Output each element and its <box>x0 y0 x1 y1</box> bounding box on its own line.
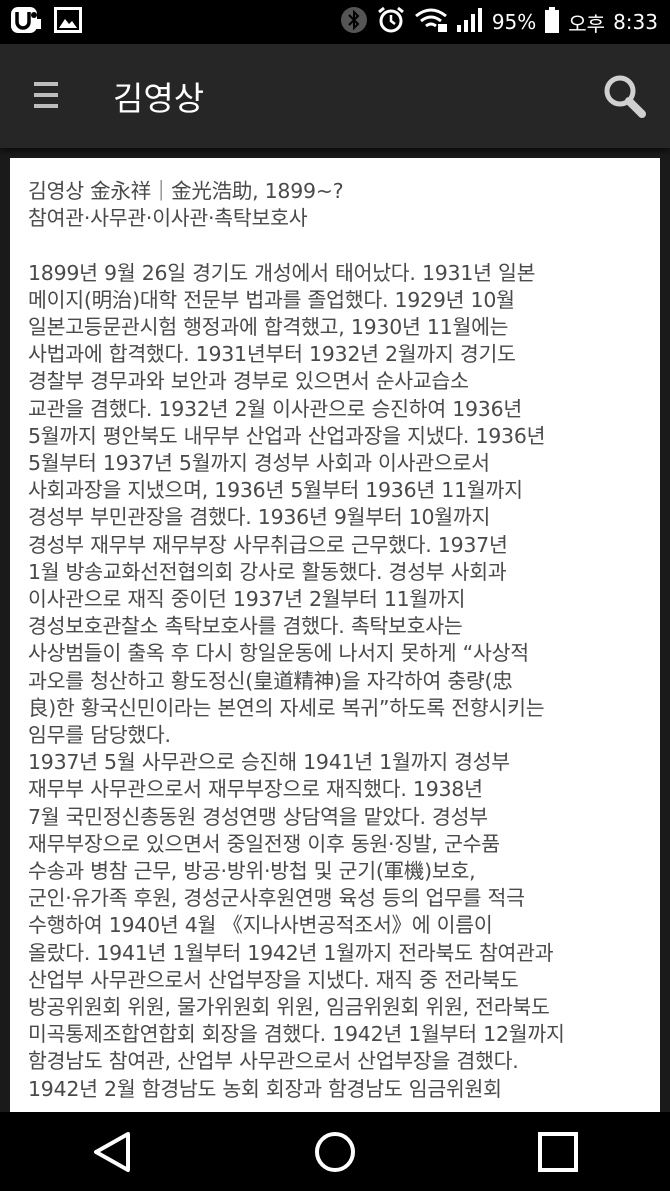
navigation-bar <box>0 1112 670 1191</box>
article-line: 함경남도 참여관, 산업부 사무관으로서 산업부장을 겸했다. <box>28 1049 519 1074</box>
battery-percent: 95% <box>491 10 537 34</box>
signal-icon <box>456 7 484 38</box>
article-line: 이사관으로 재직 중이던 1937년 2월부터 11월까지 <box>28 587 466 612</box>
article-line: 良)한 황국신민이라는 본연의 자세로 복귀”하도록 전향시키는 <box>28 695 545 720</box>
article-line: 1월 방송교화선전협의회 강사로 활동했다. 경성부 사회과 <box>28 559 507 584</box>
home-icon[interactable] <box>305 1122 365 1182</box>
article-line: 메이지(明治)대학 전문부 법과를 졸업했다. 1929년 10월 <box>28 287 515 312</box>
article-line: 1899년 9월 26일 경기도 개성에서 태어났다. 1931년 일본 <box>28 260 536 285</box>
article-line: 사법과에 합격했다. 1931년부터 1932년 2월까지 경기도 <box>28 342 516 367</box>
battery-icon <box>544 6 560 39</box>
article-line: 1937년 5월 사무관으로 승진해 1941년 1월까지 경성부 <box>28 750 510 775</box>
article-line: 산업부 사무관으로서 산업부장을 지냈다. 재직 중 전라북도 <box>28 967 519 992</box>
article-line: 임무를 담당했다. <box>28 723 171 748</box>
app-notification-icon <box>10 6 42 38</box>
recents-icon[interactable] <box>528 1122 588 1182</box>
article-line: 미곡통제조합연합회 회장을 겸했다. 1942년 1월부터 12월까지 <box>28 1022 565 1047</box>
article-line: 일본고등문관시험 행정과에 합격했고, 1930년 11월에는 <box>28 315 509 339</box>
article-line: 사회과장을 지냈으며, 1936년 5월부터 1936년 11월까지 <box>28 478 523 503</box>
article-line: 재무부 사무관으로서 재무부장으로 재직했다. 1938년 <box>28 777 483 802</box>
hamburger-menu-icon[interactable] <box>34 82 58 110</box>
search-icon[interactable] <box>600 72 648 120</box>
article-line: 올랐다. 1941년 1월부터 1942년 1월까지 전라북도 참여관과 <box>28 940 554 965</box>
article-text: 김영상 金永祥｜金光浩助, 1899~? 참여관·사무관·이사관·촉탁보호사 1… <box>10 158 660 1103</box>
article-header-line: 참여관·사무관·이사관·촉탁보호사 <box>28 206 308 231</box>
article-header-line: 김영상 金永祥｜金光浩助, 1899~? <box>28 179 344 203</box>
system-icons: 95% 오후 8:33 <box>340 5 670 40</box>
article-line: 5월까지 평안북도 내무부 산업과 산업과장을 지냈다. 1936년 <box>28 423 546 448</box>
page-title: 김영상 <box>113 79 205 118</box>
article-line: 경성부 부민관장을 겸했다. 1936년 9월부터 10월까지 <box>28 505 491 530</box>
article-line: 방공위원회 위원, 물가위원회 위원, 임금위원회 위원, 전라북도 <box>28 995 550 1020</box>
article-card: 김영상 金永祥｜金光浩助, 1899~? 참여관·사무관·이사관·촉탁보호사 1… <box>10 158 660 1112</box>
notification-icons <box>0 6 82 38</box>
article-line: 군인·유가족 후원, 경성군사후원연맹 육성 등의 업무를 적극 <box>28 886 525 911</box>
article-line: 교관을 겸했다. 1932년 2월 이사관으로 승진하여 1936년 <box>28 396 522 421</box>
alarm-icon <box>376 5 406 40</box>
article-line: 7월 국민정신총동원 경성연맹 상담역을 맡았다. 경성부 <box>28 804 488 829</box>
app-bar: 김영상 <box>0 44 670 148</box>
article-line: 수송과 병참 근무, 방공·방위·방첩 및 군기(軍機)보호, <box>28 859 476 884</box>
status-bar: 95% 오후 8:33 <box>0 0 670 44</box>
article-line: 재무부장으로 있으면서 중일전쟁 이후 동원·징발, 군수품 <box>28 831 500 856</box>
article-line: 사상범들이 출옥 후 다시 항일운동에 나서지 못하게 “사상적 <box>28 641 529 666</box>
article-line: 1942년 2월 함경남도 농회 회장과 함경남도 임금위원회 <box>28 1076 502 1101</box>
article-line: 경찰부 경무과와 보안과 경부로 있으면서 순사교습소 <box>28 369 469 394</box>
article-line: 5월부터 1937년 5월까지 경성부 사회과 이사관으로서 <box>28 451 490 476</box>
gallery-icon <box>54 7 82 37</box>
article-line: 경성보호관찰소 촉탁보호사를 겸했다. 촉탁보호사는 <box>28 614 463 639</box>
wifi-icon <box>414 7 448 38</box>
article-line: 수행하여 1940년 4월 《지나사변공적조서》에 이름이 <box>28 913 493 938</box>
clock-ampm: 오후 <box>568 11 606 36</box>
bluetooth-icon <box>340 6 368 39</box>
back-icon[interactable] <box>82 1122 142 1182</box>
article-line: 경성부 재무부 재무부장 사무취급으로 근무했다. 1937년 <box>28 532 508 557</box>
article-line: 과오를 청산하고 황도정신(皇道精神)을 자각하여 충량(忠 <box>28 668 513 693</box>
article-body: 1899년 9월 26일 경기도 개성에서 태어났다. 1931년 일본 메이지(… <box>28 260 650 1103</box>
clock-time: 8:33 <box>613 10 658 34</box>
